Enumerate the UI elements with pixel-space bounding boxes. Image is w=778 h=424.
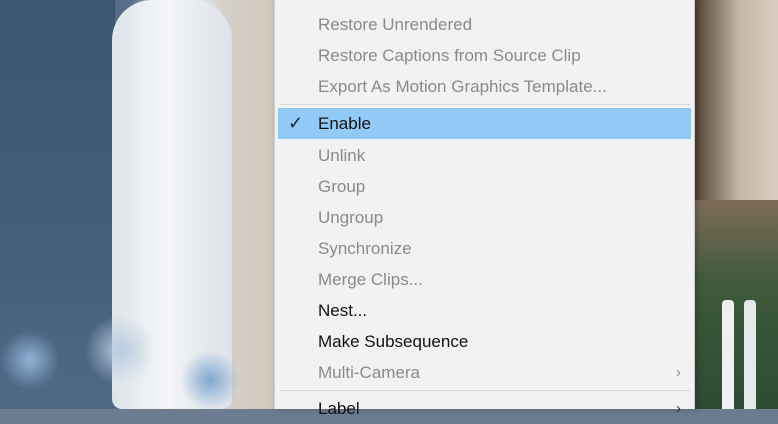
- menu-item-label: Merge Clips...: [318, 270, 423, 289]
- menu-item-multi-camera[interactable]: Multi-Camera ›: [275, 357, 694, 388]
- menu-item-unlink[interactable]: Unlink: [275, 140, 694, 171]
- menu-item-export-mogrt[interactable]: Export As Motion Graphics Template...: [275, 71, 694, 102]
- menu-item-label: Ungroup: [318, 208, 384, 227]
- menu-item-group[interactable]: Group: [275, 171, 694, 202]
- menu-item-label: Synchronize: [318, 239, 412, 258]
- menu-item-label: Multi-Camera: [318, 363, 421, 382]
- menu-item-label: Make Subsequence: [318, 332, 469, 351]
- photo-candle: [722, 300, 734, 409]
- photo-flowers: [0, 300, 275, 409]
- photo-curtain: [692, 0, 778, 200]
- checkmark-icon: ✓: [288, 113, 304, 133]
- menu-item-restore-captions[interactable]: Restore Captions from Source Clip: [275, 40, 694, 71]
- menu-item-merge-clips[interactable]: Merge Clips...: [275, 264, 694, 295]
- menu-item-label: Restore Unrendered: [318, 15, 473, 34]
- background-photo-left: [0, 0, 275, 409]
- menu-item-label: Export As Motion Graphics Template...: [318, 77, 607, 96]
- menu-item-label: Unlink: [318, 146, 366, 165]
- context-menu: Restore Unrendered Restore Captions from…: [274, 0, 695, 418]
- menu-item-ungroup[interactable]: Ungroup: [275, 202, 694, 233]
- submenu-arrow-icon: ›: [676, 364, 681, 381]
- menu-item-partial: [275, 0, 694, 9]
- menu-separator: [279, 104, 690, 105]
- menu-separator: [279, 390, 690, 391]
- menu-item-restore-unrendered[interactable]: Restore Unrendered: [275, 9, 694, 40]
- menu-item-label: Restore Captions from Source Clip: [318, 46, 581, 65]
- menu-item-synchronize[interactable]: Synchronize: [275, 233, 694, 264]
- menu-item-enable[interactable]: ✓ Enable: [278, 108, 691, 139]
- menu-item-label: Group: [318, 177, 366, 196]
- menu-item-label: Enable: [318, 114, 371, 133]
- menu-item-label: Nest...: [318, 301, 368, 320]
- background-photo-right: [692, 0, 778, 409]
- photo-candle: [744, 300, 756, 409]
- menu-item-nest[interactable]: Nest...: [275, 295, 694, 326]
- menu-item-make-subsequence[interactable]: Make Subsequence: [275, 326, 694, 357]
